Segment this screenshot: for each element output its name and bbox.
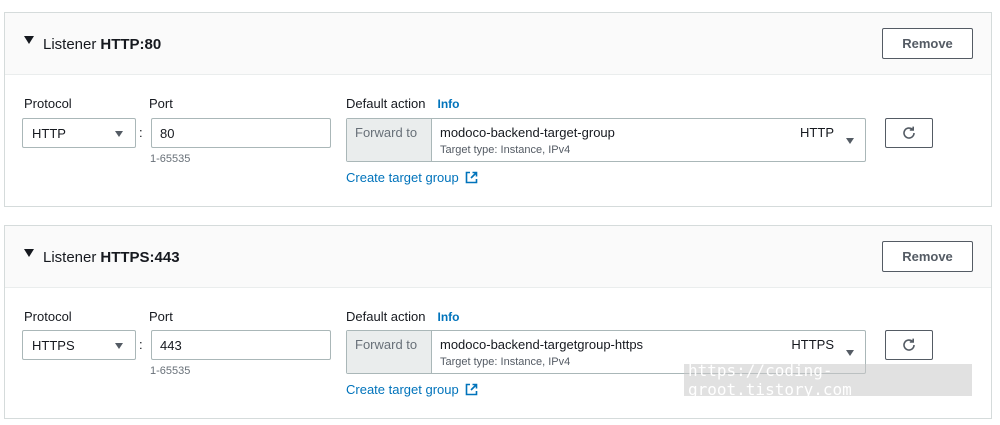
remove-button[interactable]: Remove [882,241,973,272]
refresh-icon [903,338,915,351]
protocol-select[interactable]: HTTPS [22,330,136,360]
create-target-group-label: Create target group [346,382,459,397]
forward-to-label: Forward to [347,119,432,161]
colon-separator: : [139,337,143,352]
refresh-button[interactable] [885,118,933,148]
target-group-select[interactable]: Forward to modoco-backend-target-group T… [346,118,866,162]
protocol-value: HTTP [32,125,66,141]
forward-to-label: Forward to [347,331,432,373]
protocol-select[interactable]: HTTP [22,118,136,148]
port-value: 80 [160,125,175,141]
default-action-label: Default action Info [346,96,460,111]
protocol-label: Protocol [24,96,72,111]
port-input[interactable]: 80 [151,118,331,148]
caret-down-icon[interactable] [24,36,34,44]
chevron-down-icon [115,343,123,349]
protocol-label: Protocol [24,309,72,324]
listener-title-name: HTTP:80 [100,36,162,53]
target-group-protocol: HTTP [800,125,834,140]
info-link[interactable]: Info [438,97,460,111]
target-group-name: modoco-backend-target-group [440,125,615,140]
port-input[interactable]: 443 [151,330,331,360]
chevron-down-icon [115,131,123,137]
port-label: Port [149,309,173,324]
target-type: Target type: Instance, IPv4 [440,144,571,156]
caret-down-icon[interactable] [24,249,34,257]
create-target-group-link[interactable]: Create target group [346,170,478,185]
create-target-group-link[interactable]: Create target group [346,382,478,397]
info-link[interactable]: Info [438,310,460,324]
listener-header[interactable]: Listener HTTPS:443 Remove [5,226,991,288]
default-action-text: Default action [346,96,426,111]
default-action-label: Default action Info [346,309,460,324]
chevron-down-icon [846,350,854,356]
create-target-group-label: Create target group [346,170,459,185]
watermark: https://coding-groot.tistory.com [684,361,972,399]
colon-separator: : [139,125,143,140]
chevron-down-icon [846,138,854,144]
refresh-icon [903,126,915,139]
port-label: Port [149,96,173,111]
refresh-button[interactable] [885,330,933,360]
target-group-protocol: HTTPS [791,337,834,352]
listener-title-name: HTTPS:443 [100,249,180,266]
port-hint: 1-65535 [150,365,191,377]
external-link-icon [465,383,478,396]
target-type: Target type: Instance, IPv4 [440,356,571,368]
listener-title-prefix: Listener [43,36,97,53]
listener-title: Listener HTTP:80 [43,36,161,53]
target-group-name: modoco-backend-targetgroup-https [440,337,644,352]
listener-header[interactable]: Listener HTTP:80 Remove [5,13,991,75]
port-value: 443 [160,337,182,353]
port-hint: 1-65535 [150,153,191,165]
default-action-text: Default action [346,309,426,324]
listener-title-prefix: Listener [43,249,97,266]
listener-title: Listener HTTPS:443 [43,249,180,266]
listener-panel-http: Listener HTTP:80 Remove Protocol Port Def… [4,12,992,207]
protocol-value: HTTPS [32,337,75,353]
external-link-icon [465,171,478,184]
remove-button[interactable]: Remove [882,28,973,59]
